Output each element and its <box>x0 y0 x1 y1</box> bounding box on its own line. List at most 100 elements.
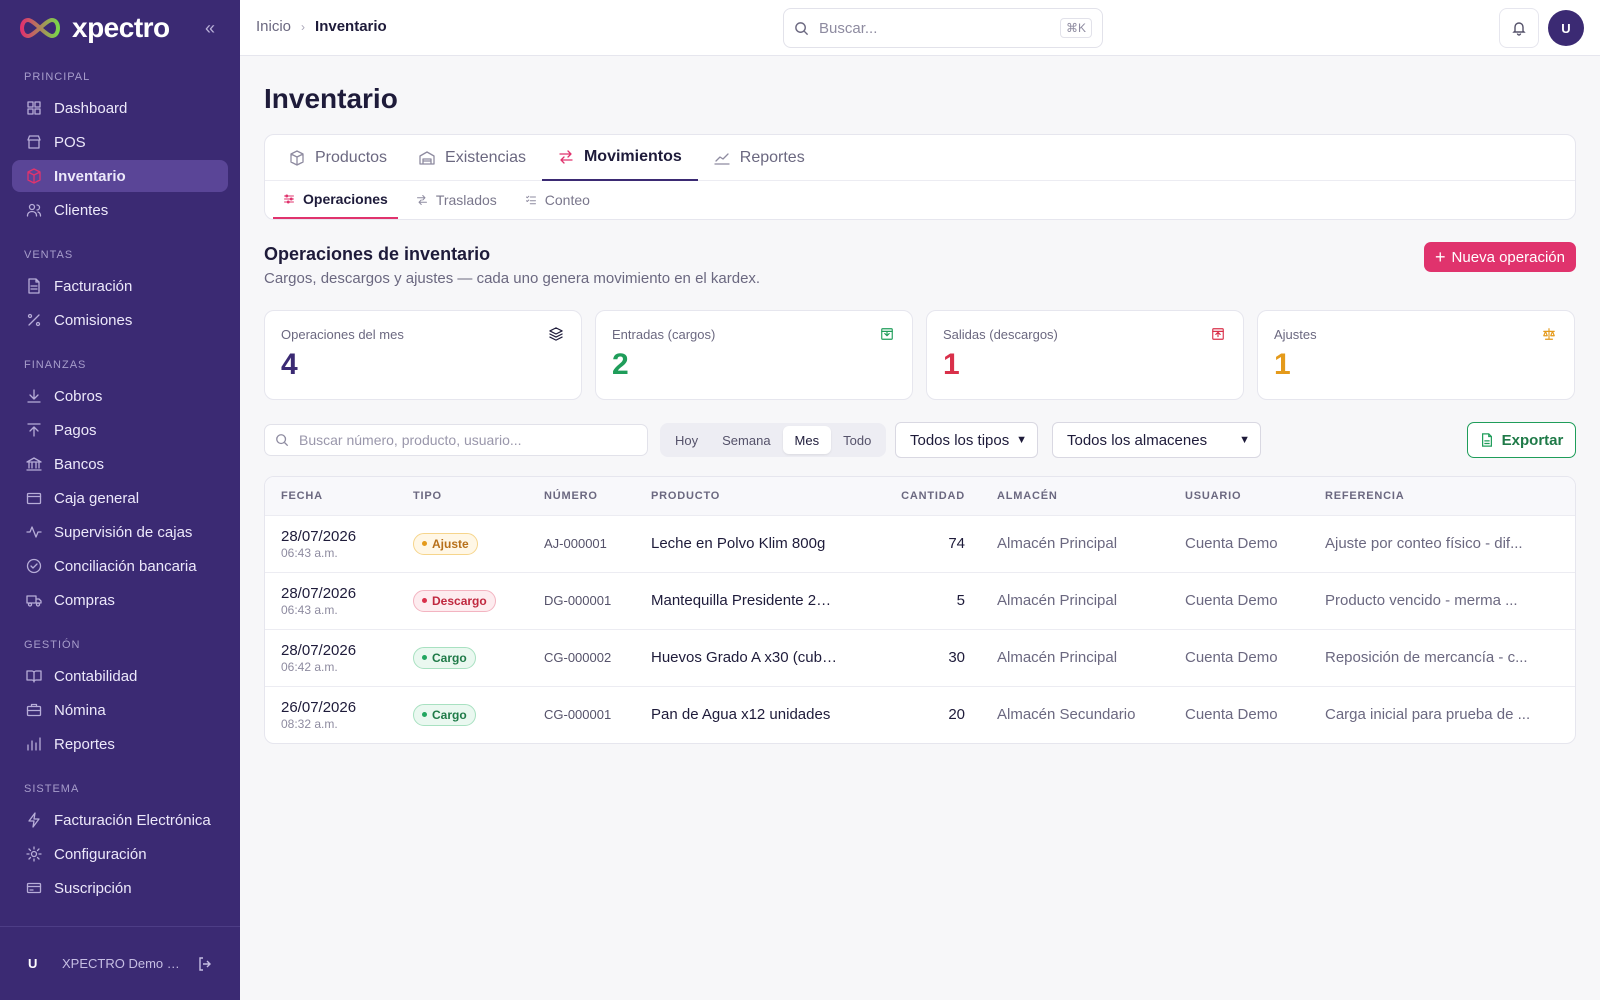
gear-icon <box>26 846 42 862</box>
period-mes[interactable]: Mes <box>782 426 832 454</box>
table-search-input[interactable] <box>299 432 637 448</box>
sidebar-item-contabilidad[interactable]: Contabilidad <box>12 660 228 692</box>
column-header[interactable]: USUARIO <box>1169 477 1309 516</box>
sidebar-item-facturación-electrónica[interactable]: Facturación Electrónica <box>12 804 228 836</box>
sidebar-item-pos[interactable]: POS <box>12 126 228 158</box>
stats-row: Operaciones del mes 4 Entradas (cargos) 2 Sa… <box>264 310 1576 400</box>
global-search-input[interactable] <box>819 19 1050 37</box>
column-header[interactable]: REFERENCIA <box>1309 477 1575 516</box>
cell-product: Leche en Polvo Klim 800g <box>635 515 855 573</box>
type-badge: Descargo <box>413 589 496 612</box>
table-row[interactable]: 28/07/2026 06:43 a.m. Ajuste AJ-000001 Leche… <box>265 515 1575 573</box>
breadcrumb-home[interactable]: Inicio <box>256 18 291 35</box>
stat-card: Entradas (cargos) 2 <box>595 310 913 400</box>
sidebar-item-pagos[interactable]: Pagos <box>12 414 228 446</box>
table-row[interactable]: 28/07/2026 06:42 a.m. Cargo CG-000002 Huevos… <box>265 629 1575 687</box>
cell-user: Cuenta Demo <box>1169 629 1309 687</box>
credit-card-icon <box>26 880 42 896</box>
sidebar-item-label: Compras <box>54 591 115 609</box>
sidebar-item-label: Inventario <box>54 167 126 185</box>
sidebar-item-configuración[interactable]: Configuración <box>12 838 228 870</box>
sidebar-item-suscripción[interactable]: Suscripción <box>12 872 228 904</box>
sidebar-item-reportes[interactable]: Reportes <box>12 728 228 760</box>
sidebar-item-label: Cobros <box>54 387 103 405</box>
tabs-card: Productos Existencias Movimientos Reportes … <box>264 134 1576 220</box>
export-button[interactable]: Exportar <box>1467 422 1576 458</box>
sidebar-item-facturación[interactable]: Facturación <box>12 270 228 302</box>
bell-icon <box>1512 22 1526 36</box>
sidebar-item-bancos[interactable]: Bancos <box>12 448 228 480</box>
tab-label: Reportes <box>739 149 805 166</box>
collapse-sidebar-icon[interactable]: « <box>200 18 220 38</box>
sidebar-item-dashboard[interactable]: Dashboard <box>12 92 228 124</box>
sidebar-item-clientes[interactable]: Clientes <box>12 194 228 226</box>
sidebar-item-caja-general[interactable]: Caja general <box>12 482 228 514</box>
table-row[interactable]: 26/07/2026 08:32 a.m. Cargo CG-000001 Pan de… <box>265 686 1575 743</box>
global-search[interactable]: ⌘K <box>783 8 1103 48</box>
period-hoy[interactable]: Hoy <box>663 426 710 454</box>
sidebar-item-label: Dashboard <box>54 99 128 117</box>
swap-icon <box>558 149 574 165</box>
subtab-traslados[interactable]: Traslados <box>406 181 507 219</box>
filters-bar: HoySemanaMesTodo Todos los tipos ▼ Todos… <box>264 422 1576 458</box>
upload-icon <box>27 423 41 437</box>
column-header[interactable]: ALMACÉN <box>981 477 1169 516</box>
new-operation-label: Nueva operación <box>1451 248 1565 266</box>
tab-existencias[interactable]: Existencias <box>403 135 542 181</box>
type-select[interactable]: Todos los tipos ▼ <box>895 422 1038 458</box>
cell-number[interactable]: CG-000002 <box>528 629 635 687</box>
nav-section-title: FINANZAS <box>24 359 87 371</box>
warehouse-icon <box>419 150 435 166</box>
box-icon <box>290 150 304 166</box>
cell-quantity: 5 <box>855 572 981 630</box>
new-operation-button[interactable]: + Nueva operación <box>1424 242 1576 272</box>
logout-icon[interactable] <box>196 955 214 973</box>
period-semana[interactable]: Semana <box>710 426 782 454</box>
table-row[interactable]: 28/07/2026 06:43 a.m. Descargo DG-000001 Man… <box>265 572 1575 630</box>
archive-out-icon <box>1211 327 1227 343</box>
notifications-button[interactable] <box>1499 8 1539 48</box>
brand-logo[interactable]: xpectro <box>16 12 170 44</box>
tab-productos[interactable]: Productos <box>273 135 403 181</box>
search-shortcut: ⌘K <box>1059 18 1092 38</box>
sidebar-item-inventario[interactable]: Inventario <box>12 160 228 192</box>
stat-value: 1 <box>1274 348 1291 381</box>
column-header[interactable]: CANTIDAD <box>855 477 981 516</box>
column-header[interactable]: FECHA <box>265 477 397 516</box>
sidebar-item-nómina[interactable]: Nómina <box>12 694 228 726</box>
tab-reportes[interactable]: Reportes <box>698 135 821 181</box>
tab-movimientos[interactable]: Movimientos <box>541 135 698 181</box>
sidebar-item-label: Reportes <box>54 735 115 753</box>
sidebar-item-cobros[interactable]: Cobros <box>12 380 228 412</box>
table-search[interactable] <box>264 424 648 456</box>
store-icon <box>26 134 42 150</box>
column-header[interactable]: TIPO <box>397 477 528 516</box>
sidebar-item-compras[interactable]: Compras <box>12 584 228 616</box>
column-header[interactable]: PRODUCTO <box>635 477 855 516</box>
sidebar-item-label: Bancos <box>54 455 105 473</box>
cell-number[interactable]: DG-000001 <box>528 572 635 630</box>
user-avatar[interactable]: U <box>1548 10 1584 46</box>
footer-avatar[interactable]: U <box>28 956 46 971</box>
nav-section-title: VENTAS <box>24 249 74 261</box>
sidebar-item-label: Suscripción <box>54 879 132 897</box>
package-icon <box>26 168 42 184</box>
warehouse-select-value: Todos los almacenes <box>1067 431 1208 449</box>
subtab-operaciones[interactable]: Operaciones <box>273 181 398 219</box>
column-header[interactable]: NÚMERO <box>528 477 635 516</box>
warehouse-select[interactable]: Todos los almacenes ▼ <box>1052 422 1261 458</box>
box-icon <box>289 150 305 166</box>
sidebar-item-conciliación-bancaria[interactable]: Conciliación bancaria <box>12 550 228 582</box>
sidebar-item-label: Configuración <box>54 845 147 863</box>
arrows-icon <box>416 195 427 205</box>
sidebar-item-supervisión-de-cajas[interactable]: Supervisión de cajas <box>12 516 228 548</box>
sidebar-footer: U XPECTRO Demo S... <box>0 926 240 1000</box>
cell-number[interactable]: AJ-000001 <box>528 515 635 573</box>
scale-icon <box>1543 328 1555 340</box>
cell-number[interactable]: CG-000001 <box>528 686 635 743</box>
period-todo[interactable]: Todo <box>831 426 883 454</box>
sidebar-item-comisiones[interactable]: Comisiones <box>12 304 228 336</box>
subtab-conteo[interactable]: Conteo <box>515 181 600 219</box>
activity-icon <box>26 526 42 538</box>
cell-user: Cuenta Demo <box>1185 706 1278 724</box>
